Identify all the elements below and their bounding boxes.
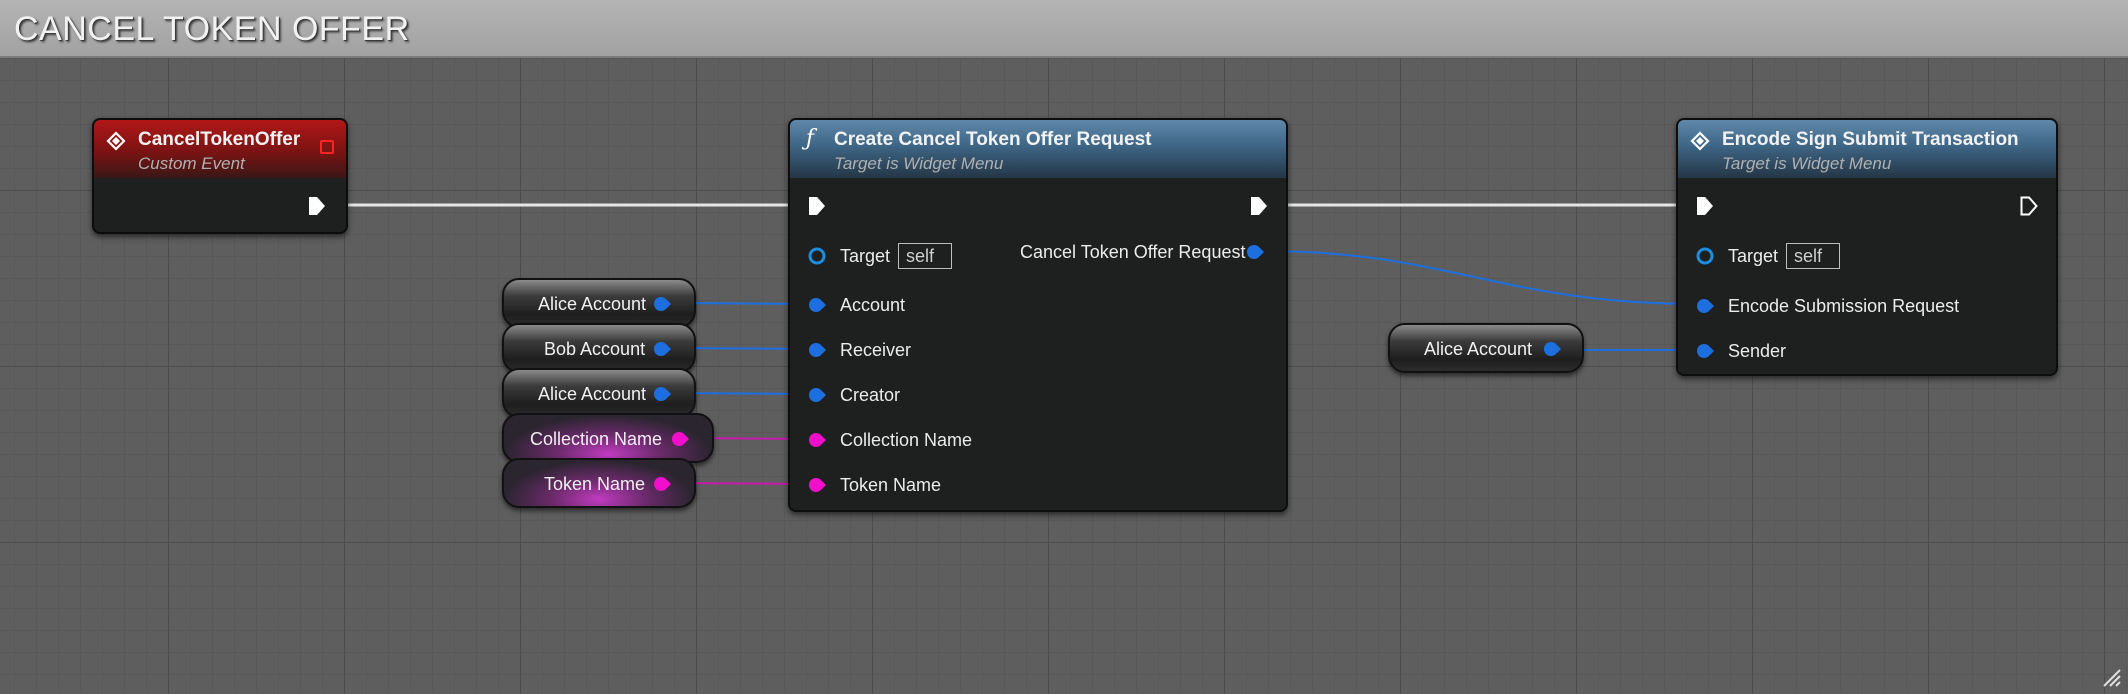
node-title: Create Cancel Token Offer Request [834, 129, 1152, 150]
input-label-account: Account [840, 295, 906, 315]
variable-output-pin[interactable] [652, 339, 672, 359]
variable-node-collection-name[interactable]: Collection Name [502, 413, 714, 463]
node-subtitle: Target is Widget Menu [1722, 154, 1892, 173]
variable-label: Collection Name [530, 429, 663, 449]
variable-node-token-name[interactable]: Token Name [502, 458, 696, 508]
event-diamond-icon [106, 131, 126, 151]
input-label-token-name: Token Name [840, 475, 942, 495]
exec-in-pin[interactable] [808, 196, 826, 216]
create-cancel-token-offer-request-node[interactable]: ƒ Create Cancel Token Offer Request Targ… [788, 118, 1288, 512]
event-diamond-icon [1690, 131, 1710, 151]
sender-pin[interactable] [1695, 341, 1715, 361]
input-label-creator: Creator [840, 385, 901, 405]
target-pin[interactable] [807, 246, 827, 266]
variable-output-pin[interactable] [1542, 339, 1562, 359]
output-label: Cancel Token Offer Request [1020, 242, 1246, 262]
input-label-sender: Sender [1728, 341, 1787, 361]
variable-output-pin[interactable] [670, 429, 690, 449]
output-object-pin[interactable] [1245, 242, 1265, 262]
variable-label: Alice Account [1424, 339, 1533, 359]
target-self-field[interactable]: self [898, 243, 952, 269]
variable-label: Alice Account [538, 294, 647, 314]
node-subtitle: Custom Event [138, 154, 245, 173]
target-label: Target [840, 246, 891, 266]
exec-out-pin[interactable] [308, 196, 326, 216]
input-label-receiver: Receiver [840, 340, 912, 360]
variable-node-bob-account[interactable]: Bob Account [502, 323, 696, 373]
receiver-pin[interactable] [807, 340, 827, 360]
node-title: CancelTokenOffer [138, 129, 301, 150]
variable-output-pin[interactable] [652, 384, 672, 404]
target-self-field[interactable]: self [1786, 243, 1840, 269]
creator-pin[interactable] [807, 385, 827, 405]
variable-output-pin[interactable] [652, 294, 672, 314]
variable-node-alice-account[interactable]: Alice Account [502, 368, 696, 418]
variable-label: Token Name [544, 474, 646, 494]
target-pin[interactable] [1695, 246, 1715, 266]
comment-title: CANCEL TOKEN OFFER [14, 10, 410, 48]
encode-submission-request-pin[interactable] [1695, 296, 1715, 316]
node-title: Encode Sign Submit Transaction [1722, 129, 2019, 150]
input-label-encode-submission-request: Encode Submission Request [1728, 296, 1960, 316]
collection-name-pin[interactable] [807, 430, 827, 450]
input-label-collection-name: Collection Name [840, 430, 973, 450]
node-subtitle: Target is Widget Menu [834, 154, 1004, 173]
custom-event-node[interactable]: CancelTokenOffer Custom Event [92, 118, 348, 234]
account-pin[interactable] [807, 295, 827, 315]
comment-box-title-bar[interactable]: CANCEL TOKEN OFFER [0, 0, 2128, 58]
object-wire[interactable] [1261, 250, 1701, 305]
stop-icon[interactable] [320, 140, 334, 154]
variable-node-alice-account[interactable]: Alice Account [1388, 323, 1584, 373]
exec-out-pin[interactable] [2020, 196, 2038, 216]
resize-grip-icon[interactable] [2100, 666, 2122, 688]
blueprint-graph[interactable]: CANCEL TOKEN OFFER CancelTokenOffer Cust… [0, 0, 2128, 694]
encode-sign-submit-transaction-node[interactable]: Encode Sign Submit Transaction Target is… [1676, 118, 2058, 376]
variable-node-alice-account[interactable]: Alice Account [502, 278, 696, 328]
exec-in-pin[interactable] [1696, 196, 1714, 216]
variable-output-pin[interactable] [652, 474, 672, 494]
variable-label: Alice Account [538, 384, 647, 404]
function-icon: ƒ [805, 126, 815, 151]
exec-out-pin[interactable] [1250, 196, 1268, 216]
token-name-pin[interactable] [807, 475, 827, 495]
variable-label: Bob Account [544, 339, 646, 359]
target-label: Target [1728, 246, 1779, 266]
